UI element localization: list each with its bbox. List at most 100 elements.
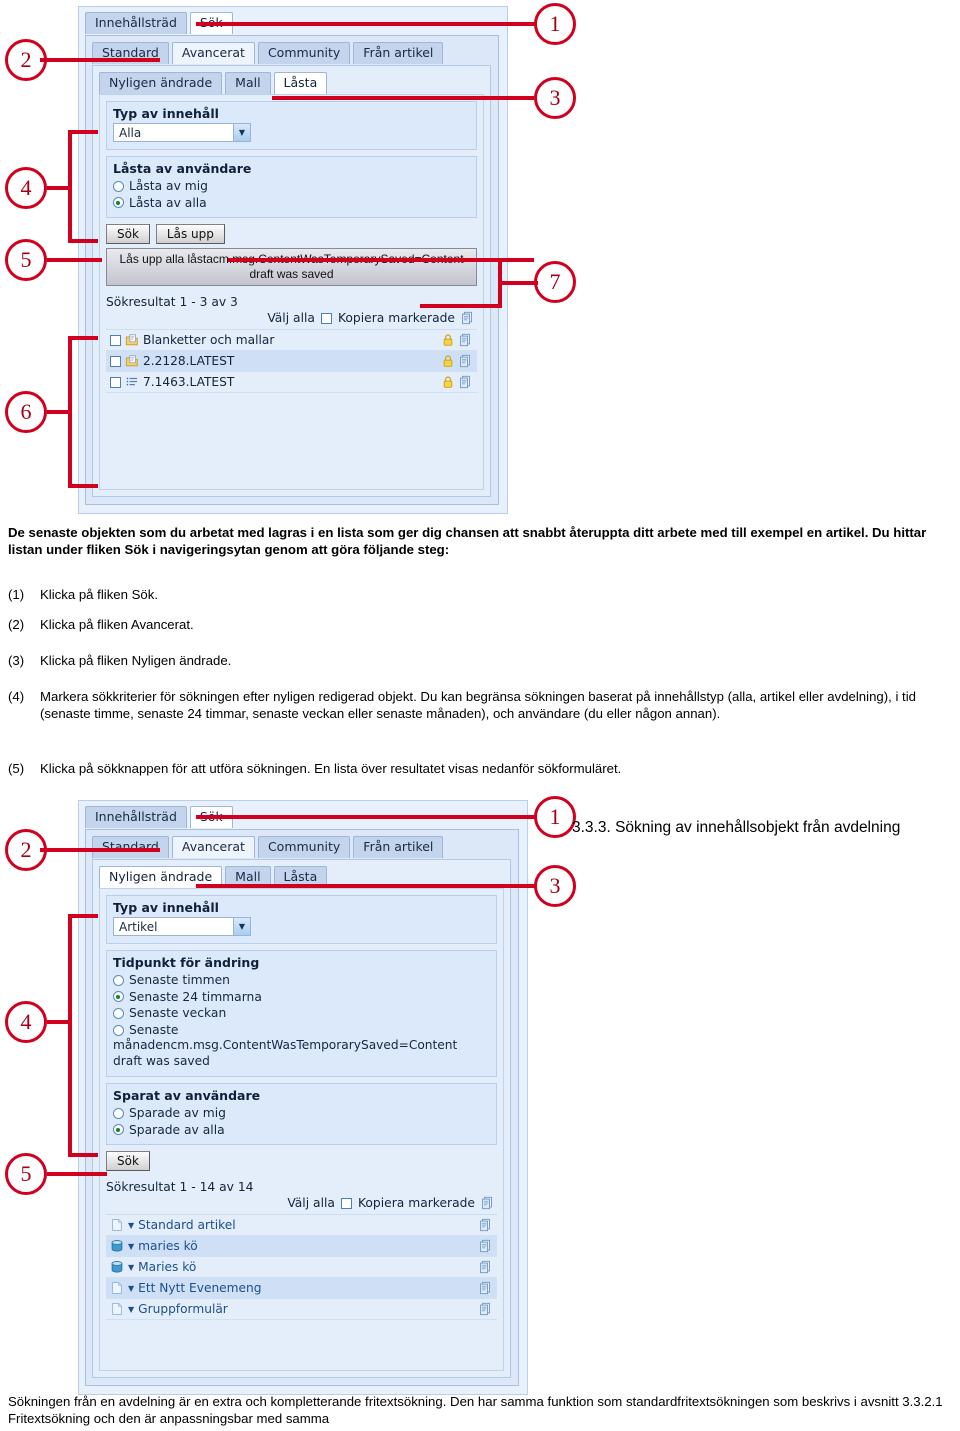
copy-icon[interactable] [459,354,473,368]
list-item[interactable]: ▼ Gruppformulär [106,1299,497,1321]
callout-3: 3 [534,77,576,119]
table-row[interactable]: Blanketter och mallar [106,330,477,352]
callout-leader-5 [47,258,102,262]
search-button-2[interactable]: Sök [106,1151,150,1172]
content-type-legend: Typ av innehåll [113,106,219,121]
row-name: Maries kö [138,1260,197,1275]
radio-icon [113,1024,124,1036]
expand-arrow-icon[interactable]: ▼ [128,1305,134,1314]
radio-senaste-manaden[interactable]: Senaste [113,1022,490,1039]
callout-bracket-6-top [68,336,98,340]
list-item[interactable]: ▼ maries kö [106,1236,497,1258]
tab-label: Avancerat [181,45,245,60]
screenshot-recent-search: Innehållsträd Sök Standard Avancerat Com… [78,800,528,1395]
callout-1: 1 [534,3,576,45]
radio-lasta-av-alla[interactable]: Låsta av alla [113,195,470,212]
list-item[interactable]: ▼ Standard artikel [106,1215,497,1237]
copy-selected-label: Kopiera markerade [337,311,455,326]
tab-innehallstrad[interactable]: Innehållsträd [85,12,187,35]
copy-icon[interactable] [479,1281,493,1295]
copy-icon[interactable] [479,1239,493,1253]
page-icon [112,1282,122,1295]
copy-icon[interactable] [479,1218,493,1232]
callout-6: 6 [5,391,47,433]
callout-leader-3 [272,96,534,100]
callout-leader-1 [196,22,536,26]
results-toolbar-2: Välj alla Kopiera markerade [106,1196,497,1210]
expand-arrow-icon[interactable]: ▼ [128,1263,134,1272]
footer-paragraph: Sökningen från en avdelning är en extra … [8,1393,952,1428]
content-type-select-2[interactable]: Artikel ▼ [113,917,251,936]
unlock-all-button[interactable]: Lås upp alla låstacm.msg.ContentWasTempo… [106,248,477,287]
copy-icon[interactable] [481,1196,495,1210]
step-number: (2) [8,617,25,632]
radio-label: Senaste veckan [129,1006,227,1021]
tab-mall[interactable]: Mall [225,72,271,95]
table-row[interactable]: 2.2128.LATEST [106,351,477,373]
search-button[interactable]: Sök [106,224,150,245]
intro-text: De senaste objekten som du arbetat med l… [8,525,927,558]
select-all-checkbox[interactable] [340,1197,352,1209]
tab-fran-artikel-2[interactable]: Från artikel [353,836,444,859]
row-name: Blanketter och mallar [143,333,275,348]
radio-sparade-av-alla[interactable]: Sparade av alla [113,1122,490,1139]
step-text: Klicka på fliken Nyligen ändrade. [40,653,232,668]
copy-icon[interactable] [459,375,473,389]
saved-by-group: Sparat av användare Sparade av mig Spara… [106,1083,497,1146]
row-checkbox[interactable] [110,376,121,388]
expand-arrow-icon[interactable]: ▼ [128,1242,134,1251]
step-number: (1) [8,587,25,602]
expand-arrow-icon[interactable]: ▼ [128,1284,134,1293]
locked-by-group: Låsta av användare Låsta av mig Låsta av… [106,156,477,219]
action-buttons: Sök Lås upp [106,224,477,245]
expand-arrow-icon[interactable]: ▼ [128,1221,134,1230]
copy-icon[interactable] [479,1302,493,1316]
tab-avancerat[interactable]: Avancerat [171,42,255,65]
copy-icon[interactable] [461,311,475,325]
tab-lasta[interactable]: Låsta [273,72,328,95]
list-icon [126,377,138,386]
radio-senaste-veckan[interactable]: Senaste veckan [113,1005,490,1022]
row-checkbox[interactable] [110,355,121,367]
callout-4: 4 [5,167,47,209]
tab-label: Innehållsträd [95,15,177,30]
step-number: (3) [8,653,25,668]
radio-lasta-av-mig[interactable]: Låsta av mig [113,178,470,195]
tab-label: Från artikel [363,45,434,60]
row-checkbox[interactable] [110,334,121,346]
recent-search-form: Typ av innehåll Artikel ▼ Tidpunkt för ä… [99,888,504,1371]
step-1: (1) Klicka på fliken Sök. [8,586,952,603]
callout-3b: 3 [534,865,576,907]
tab-nyligen-andrade[interactable]: Nyligen ändrade [99,72,223,95]
row-name: Standard artikel [138,1218,236,1233]
tab-avancerat-2[interactable]: Avancerat [171,836,255,859]
row-name: 2.2128.LATEST [143,354,235,369]
copy-icon[interactable] [479,1260,493,1274]
tab-label: Mall [235,869,261,884]
radio-label: Senaste 24 timmarna [129,989,262,1004]
list-item[interactable]: ▼ Maries kö [106,1257,497,1279]
content-type-select[interactable]: Alla ▼ [113,123,251,142]
tab-fran-artikel[interactable]: Från artikel [353,42,444,65]
unlock-button[interactable]: Lås upp [155,224,225,245]
radio-senaste-24-timmarna[interactable]: Senaste 24 timmarna [113,989,490,1006]
select-all-label: Välj alla [287,1196,335,1211]
callout-bracket-4-bottom [68,239,98,243]
copy-icon[interactable] [459,333,473,347]
row-name: Gruppformulär [138,1302,228,1317]
results-area: Sökresultat 1 - 3 av 3 Välj alla Kopiera… [106,295,477,394]
radio-label: Sparade av mig [129,1106,226,1121]
tab-community[interactable]: Community [257,42,351,65]
table-row[interactable]: 7.1463.LATEST [106,372,477,394]
tab-innehallstrad-2[interactable]: Innehållsträd [85,806,187,829]
radio-sparade-av-mig[interactable]: Sparade av mig [113,1105,490,1122]
select-all-checkbox[interactable] [320,312,332,324]
radio-senaste-timmen[interactable]: Senaste timmen [113,972,490,989]
list-item[interactable]: ▼ Ett Nytt Evenemeng [106,1278,497,1300]
tab-community-2[interactable]: Community [257,836,351,859]
callout-leader-7a [228,258,534,262]
tab-label: Innehållsträd [95,809,177,824]
results-area-2: Sökresultat 1 - 14 av 14 Välj alla Kopie… [106,1180,497,1321]
chevron-down-icon: ▼ [233,124,250,141]
step-5: (5) Klicka på sökknappen för att utföra … [8,760,952,777]
